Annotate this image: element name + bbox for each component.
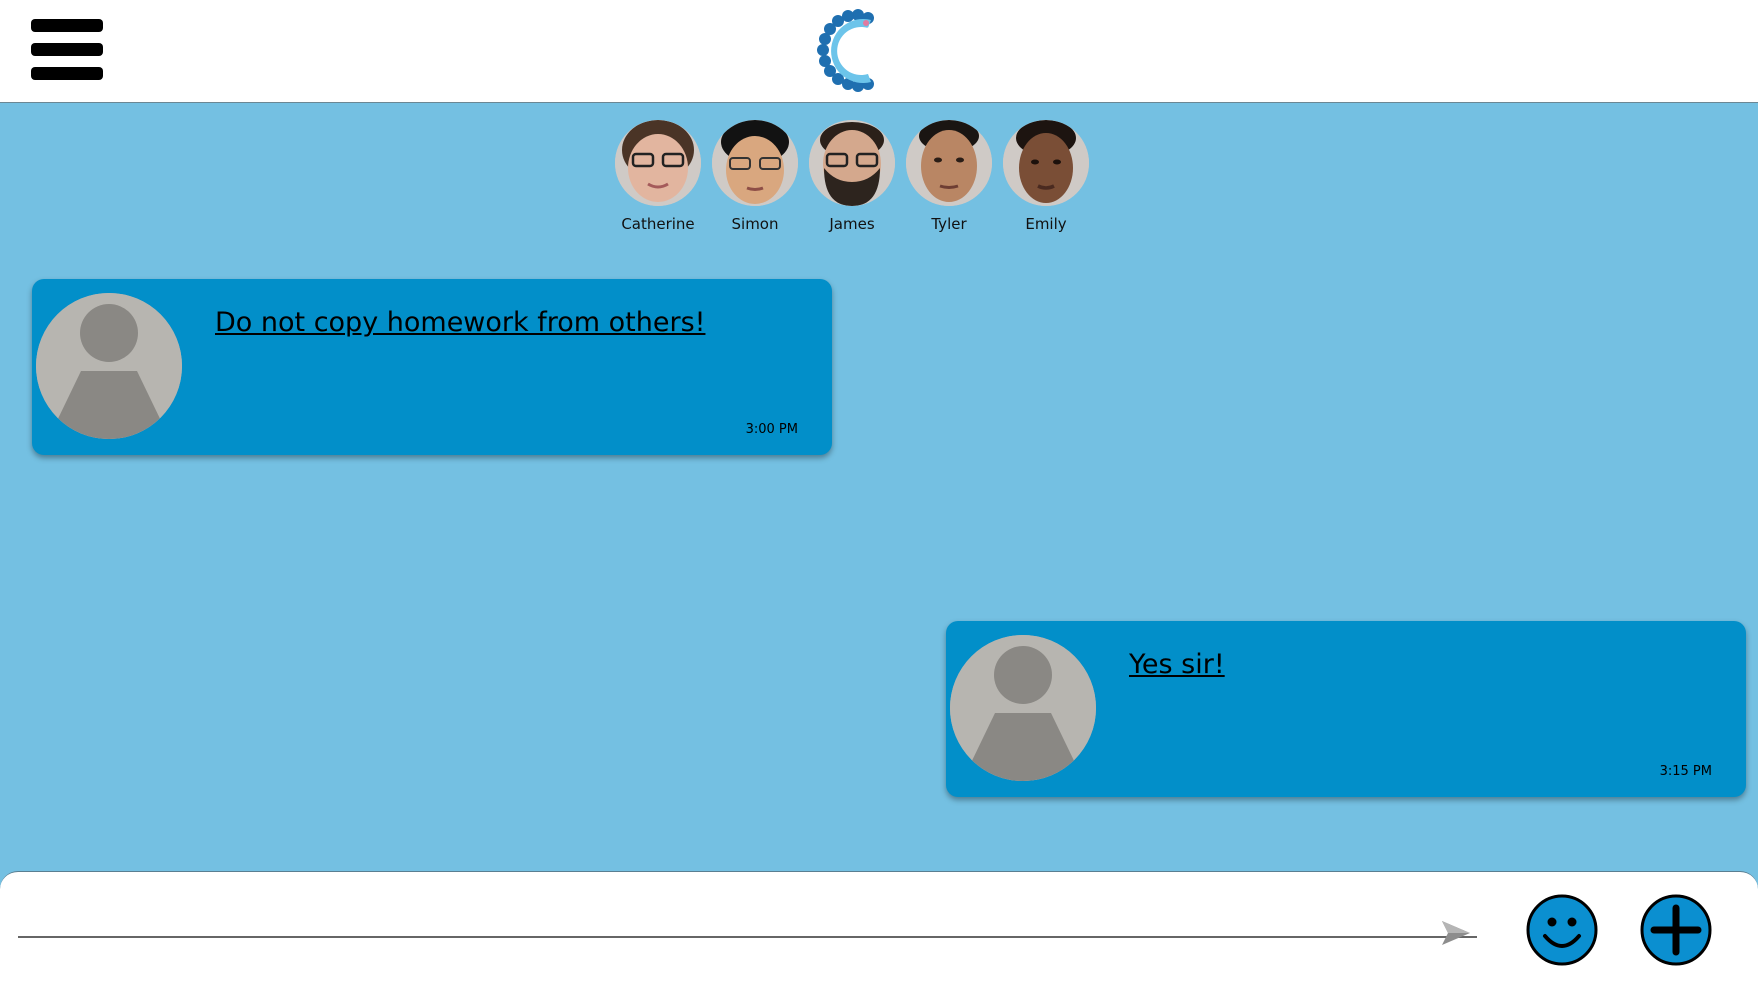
member-name: Tyler (931, 215, 967, 233)
message-bubble: Do not copy homework from others! 3:00 P… (32, 279, 832, 455)
member-catherine[interactable]: Catherine (610, 120, 706, 233)
classroom-chat-logo (817, 9, 874, 92)
message-timestamp: 3:00 PM (745, 422, 798, 437)
member-name: Emily (1025, 215, 1067, 233)
top-bar (0, 0, 1758, 103)
plus-icon[interactable] (1640, 894, 1712, 966)
avatar (809, 120, 895, 206)
member-james[interactable]: James (804, 120, 900, 233)
avatar (1003, 120, 1089, 206)
member-list: Catherine Simon James Tyler Emily (610, 120, 1110, 240)
hamburger-menu-icon[interactable] (31, 19, 103, 81)
message-bubble: Yes sir! 3:15 PM (946, 621, 1746, 797)
member-emily[interactable]: Emily (998, 120, 1094, 233)
smiley-icon[interactable] (1526, 894, 1598, 966)
member-name: James (829, 215, 875, 233)
avatar (615, 120, 701, 206)
message-composer (0, 871, 1758, 988)
user-avatar-icon (950, 635, 1096, 781)
member-name: Simon (731, 215, 779, 233)
message-timestamp: 3:15 PM (1659, 764, 1712, 779)
avatar (712, 120, 798, 206)
member-tyler[interactable]: Tyler (901, 120, 997, 233)
user-avatar-icon (36, 293, 182, 439)
member-name: Catherine (621, 215, 695, 233)
member-simon[interactable]: Simon (707, 120, 803, 233)
message-text[interactable]: Do not copy homework from others! (215, 307, 705, 338)
message-input[interactable] (18, 904, 1477, 938)
send-icon[interactable] (1440, 917, 1472, 949)
message-text[interactable]: Yes sir! (1129, 649, 1225, 680)
avatar (906, 120, 992, 206)
